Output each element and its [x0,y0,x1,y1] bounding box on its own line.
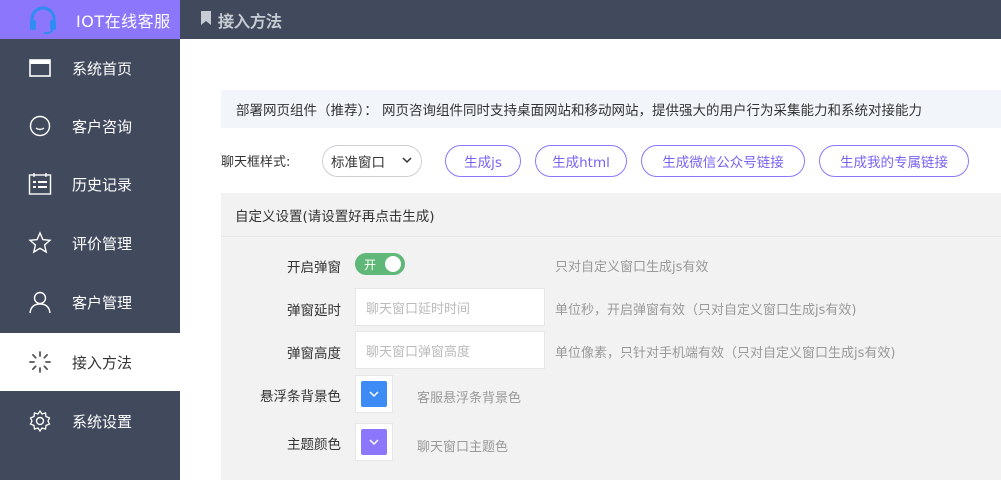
chat-style-row: 聊天框样式: 标准窗口 生成js 生成html 生成微信公众号链接 生成我的专属… [221,145,1001,177]
sidebar-item-access[interactable]: 接入方法 [0,333,180,391]
headset-icon [26,4,60,36]
generate-wechat-link-button[interactable]: 生成微信公众号链接 [641,145,805,177]
float-bg-hint: 客服悬浮条背景色 [417,391,522,406]
brand-name: IOT在线客服 [76,11,171,31]
popup-label: 开启弹窗 [287,260,341,276]
sidebar-item-label: 评价管理 [72,234,133,253]
popup-hint: 只对自定义窗口生成js有效 [555,260,709,275]
custom-settings-title: 自定义设置(请设置好再点击生成) [221,193,1001,237]
float-bg-label: 悬浮条背景色 [260,389,341,405]
notice-text: 部署网页组件（推荐）： 网页咨询组件同时支持桌面网站和移动网站，提供强大的用户行… [236,103,923,119]
theme-swatch [361,429,387,455]
delay-hint: 单位秒，开启弹窗有效（只对自定义窗口生成js有效) [555,303,857,318]
popup-toggle[interactable]: 开 [355,253,405,275]
header-bar: 接入方法 [180,0,1001,39]
theme-hint: 聊天窗口主题色 [417,440,509,455]
theme-label: 主题颜色 [287,437,341,453]
height-label: 弹窗高度 [287,346,341,362]
chat-style-value: 标准窗口 [331,155,385,171]
sidebar-item-home[interactable]: 系统首页 [0,39,180,97]
generate-my-link-button[interactable]: 生成我的专属链接 [819,145,969,177]
height-input[interactable]: 聊天窗口弹窗高度 [355,331,545,369]
bookmark-icon [200,10,212,30]
user-icon [27,289,53,315]
page-title: 接入方法 [218,11,283,31]
gear-icon [27,408,53,434]
height-hint: 单位像素，只针对手机端有效（只对自定义窗口生成js有效) [555,346,896,361]
custom-settings-panel: 自定义设置(请设置好再点击生成) 开启弹窗 开 只对自定义窗口生成js有效 弹窗… [221,193,1001,480]
sidebar-item-settings[interactable]: 系统设置 [0,392,180,450]
sidebar-item-customers[interactable]: 客户管理 [0,273,180,331]
brand-bar: IOT在线客服 [0,0,180,39]
sidebar-item-consult[interactable]: 客户咨询 [0,97,180,155]
window-icon [27,55,53,81]
notice-bar: 部署网页组件（推荐）： 网页咨询组件同时支持桌面网站和移动网站，提供强大的用户行… [221,90,1001,128]
toggle-text: 开 [364,257,377,272]
sidebar-item-label: 系统首页 [72,59,133,78]
calendar-icon [27,171,53,197]
chevron-down-icon [369,439,379,446]
delay-placeholder: 聊天窗口延时时间 [366,301,471,317]
generate-html-button[interactable]: 生成html [535,145,627,177]
chat-style-select[interactable]: 标准窗口 [322,145,422,177]
chat-style-label: 聊天框样式: [221,155,291,170]
delay-input[interactable]: 聊天窗口延时时间 [355,288,545,326]
sidebar-item-label: 系统设置 [72,412,133,431]
sidebar-item-history[interactable]: 历史记录 [0,155,180,213]
chevron-down-icon [369,391,379,398]
sidebar-item-label: 客户管理 [72,293,133,312]
smile-icon [27,113,53,139]
sidebar-item-label: 历史记录 [72,175,133,194]
height-placeholder: 聊天窗口弹窗高度 [366,344,471,360]
chevron-down-icon [401,154,413,170]
sidebar-item-label: 客户咨询 [72,117,133,136]
float-bg-color-picker[interactable] [355,375,393,413]
generate-js-button[interactable]: 生成js [445,145,521,177]
delay-label: 弹窗延时 [287,303,341,319]
sidebar: IOT在线客服 系统首页 客户咨询 历史记录 评价管理 客户管理 接入方法 系统… [0,0,180,480]
sidebar-item-rating[interactable]: 评价管理 [0,214,180,272]
theme-color-picker[interactable] [355,423,393,461]
sidebar-item-label: 接入方法 [72,353,133,372]
star-icon [27,230,53,256]
loading-icon [27,349,53,375]
float-bg-swatch [361,381,387,407]
toggle-knob [385,256,401,272]
